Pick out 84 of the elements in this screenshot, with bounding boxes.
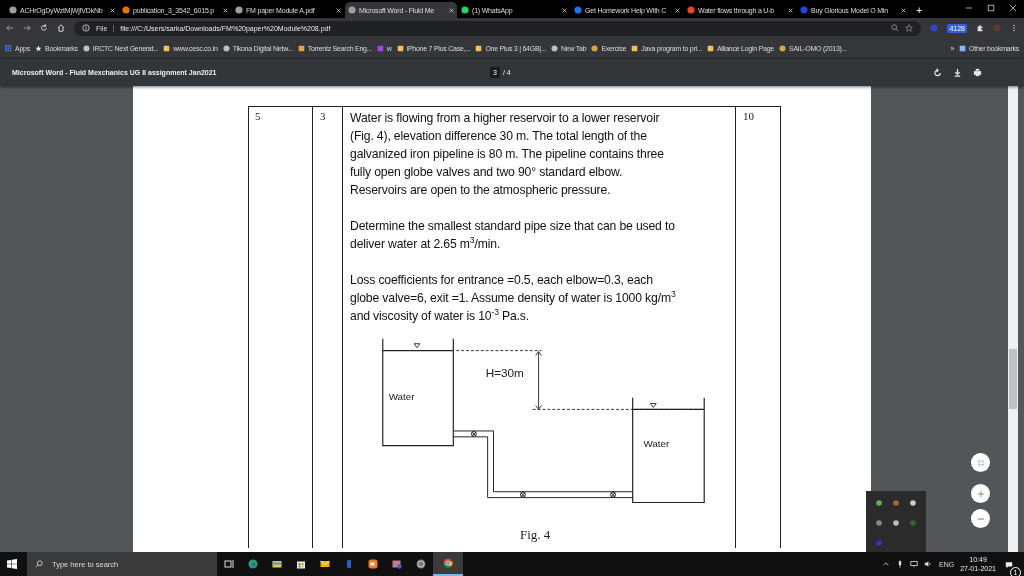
photos-icon[interactable] xyxy=(392,559,402,569)
fit-page-icon xyxy=(976,458,985,467)
close-icon[interactable] xyxy=(562,7,567,13)
close-icon[interactable] xyxy=(901,7,906,13)
task-view-icon[interactable] xyxy=(224,559,234,569)
site-icon xyxy=(396,44,404,52)
minimize-icon[interactable] xyxy=(965,4,973,12)
favicon-icon xyxy=(235,6,243,14)
globe-icon xyxy=(222,44,230,52)
favicon-icon xyxy=(687,6,695,14)
site-icon xyxy=(163,44,171,52)
windows-icon[interactable] xyxy=(7,559,17,569)
close-icon[interactable] xyxy=(110,7,115,13)
speaker-icon[interactable] xyxy=(924,560,932,568)
mail-icon[interactable] xyxy=(320,559,330,569)
globe-icon xyxy=(779,44,786,52)
favicon-icon xyxy=(574,6,582,14)
close-icon[interactable] xyxy=(675,7,680,13)
folder-icon xyxy=(959,44,967,52)
table-cell: 10 xyxy=(736,107,781,548)
back-icon[interactable] xyxy=(6,24,14,32)
print-icon[interactable] xyxy=(973,68,982,77)
close-icon[interactable] xyxy=(788,7,793,13)
microphone-icon[interactable] xyxy=(896,560,904,568)
question-paragraph: Water is flowing from a higher reservoir to a lower reservoir (Fig. 4), elevation difference 30 m. The total length of the galvanized iron pipeline is 80 m. The pipeline contains three fully open globe valves and two 90° standard elbow. Reservoirs are open to the atmospheric pressure. xyxy=(350,110,665,199)
close-icon[interactable] xyxy=(336,7,341,13)
reload-icon[interactable] xyxy=(40,24,48,32)
chrome-icon xyxy=(443,558,453,568)
home-icon[interactable] xyxy=(57,24,65,32)
close-icon[interactable] xyxy=(1009,4,1017,12)
favicon-icon xyxy=(800,6,808,14)
search-icon xyxy=(35,560,43,568)
favicon-icon xyxy=(9,6,17,14)
office-icon[interactable] xyxy=(344,559,354,569)
scroll-thumb[interactable] xyxy=(1009,349,1017,409)
browser-icon[interactable] xyxy=(248,559,258,569)
network-icon[interactable] xyxy=(910,560,918,568)
height-label: H=30m xyxy=(485,366,524,380)
maximize-icon[interactable] xyxy=(987,4,995,12)
favicon-icon xyxy=(122,6,130,14)
video-camera-icon[interactable] xyxy=(368,559,378,569)
tray-app-icon[interactable] xyxy=(892,519,900,527)
new-tab-button[interactable]: + xyxy=(910,2,929,18)
scrollbar[interactable] xyxy=(1008,86,1018,552)
folder-icon[interactable] xyxy=(272,559,282,569)
question-paragraph: Loss coefficients for entrance =0.5, each elbow=0.3, each globe valve=6, exit =1. Assume density of water is 1000 kg/m$^{3}$ and viscosity of water is 10$^{-3}$ Pa.s. xyxy=(350,272,677,325)
puzzle-icon[interactable] xyxy=(976,24,984,32)
zoom-icon[interactable] xyxy=(891,24,900,32)
notification-icon[interactable] xyxy=(1005,561,1013,569)
globe-icon xyxy=(591,44,599,52)
zoom-in-button[interactable] xyxy=(971,484,990,503)
tank-label: Water xyxy=(388,390,415,402)
globe-icon xyxy=(82,44,90,52)
store-icon[interactable] xyxy=(296,559,306,569)
rotate-icon[interactable] xyxy=(933,68,942,77)
site-icon xyxy=(631,44,639,52)
star-icon xyxy=(34,44,42,52)
chevron-up-icon[interactable] xyxy=(882,560,890,568)
site-icon xyxy=(706,44,714,52)
forward-icon[interactable] xyxy=(23,24,31,32)
site-icon xyxy=(297,44,305,52)
apps-grid-icon xyxy=(5,44,12,52)
table-cell: 3 xyxy=(313,107,343,548)
tank-label: Water xyxy=(643,437,670,449)
star-icon[interactable] xyxy=(905,24,914,32)
question-paragraph: Determine the smallest standard pipe size that can be used to deliver water at 2.65 m$^{3}$/min. xyxy=(350,218,676,253)
plus-icon xyxy=(976,489,985,498)
figure-caption: Fig. 4 xyxy=(520,527,551,542)
menu-icon[interactable] xyxy=(1010,24,1018,32)
site-icon xyxy=(376,44,384,52)
close-icon[interactable] xyxy=(223,7,228,13)
zoom-out-button[interactable] xyxy=(971,509,990,528)
fit-page-button[interactable] xyxy=(971,453,990,472)
info-icon xyxy=(82,24,90,32)
close-icon[interactable] xyxy=(449,7,454,13)
favicon-icon xyxy=(348,6,356,14)
download-icon[interactable] xyxy=(953,68,962,77)
app-circle-icon[interactable] xyxy=(416,559,426,569)
table-cell: 5 xyxy=(249,107,313,548)
globe-icon xyxy=(551,44,559,52)
height-arrow xyxy=(535,351,542,410)
taskbar-app-button[interactable] xyxy=(433,552,463,576)
favicon-icon xyxy=(461,6,469,14)
site-icon xyxy=(475,44,483,52)
